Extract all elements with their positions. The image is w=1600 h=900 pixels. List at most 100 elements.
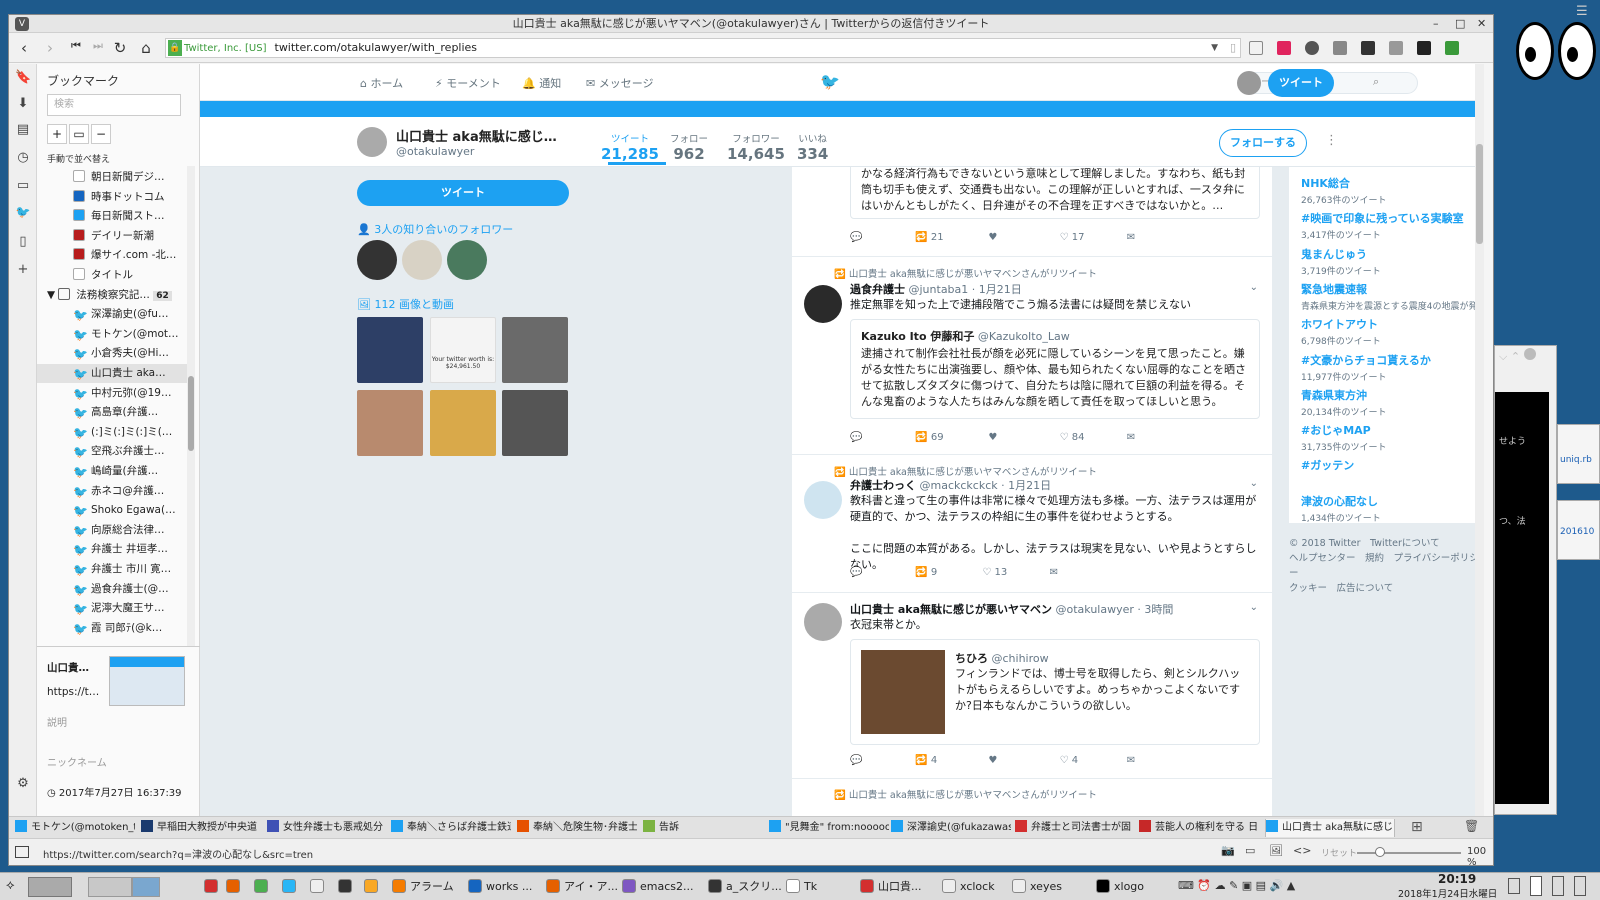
bookmark-item[interactable]: 🐦 赤ネコ@弁護… bbox=[37, 482, 187, 501]
taskbar-window[interactable]: アイ・ア... bbox=[546, 878, 618, 896]
side-link-1[interactable]: uniq.rb bbox=[1560, 455, 1592, 465]
add-folder-icon[interactable]: ▭ bbox=[69, 124, 89, 144]
pager-icon-3[interactable] bbox=[1574, 876, 1586, 896]
bookmark-item[interactable]: 🐦 過食弁護士(@… bbox=[37, 580, 187, 599]
follower-avatar-2[interactable] bbox=[402, 240, 442, 280]
bookmark-item[interactable]: 🐦 中村元弥(@19… bbox=[37, 384, 187, 403]
forward-icon[interactable]: › bbox=[41, 39, 59, 57]
bookmark-item[interactable]: 毎日新聞スト… bbox=[37, 207, 187, 226]
media-thumb-5[interactable] bbox=[430, 390, 496, 456]
retweet-icon[interactable]: 🔁 4 bbox=[915, 755, 985, 766]
bookmark-item[interactable]: タイトル bbox=[37, 266, 187, 285]
bookmark-item[interactable]: 🐦 Shoko Egawa(… bbox=[37, 501, 187, 520]
trend-item[interactable]: #おじゃMAP 31,735件のツイート bbox=[1301, 422, 1387, 453]
page-panel-icon[interactable]: ▯ bbox=[15, 234, 31, 250]
extension-v-icon[interactable] bbox=[1445, 41, 1459, 55]
background-terminal-window[interactable]: ⌵ ⌃ せよう つ、法 bbox=[1494, 345, 1557, 815]
side-link-2[interactable]: 201610 bbox=[1560, 527, 1594, 537]
trend-item[interactable]: 青森県東方沖 20,134件のツイート bbox=[1301, 387, 1387, 418]
twitter-bird-logo-icon[interactable]: 🐦 bbox=[820, 72, 840, 91]
taskbar-window[interactable]: xclock bbox=[942, 878, 995, 896]
quoted-tweet[interactable]: ちひろ @chihirow フィンランドでは、博士号を取得したら、剣とシルクハッ… bbox=[850, 639, 1260, 745]
trend-item[interactable]: 津波の心配なし 1,434件のツイート bbox=[1301, 493, 1381, 524]
tweet-menu-caret-icon[interactable]: ⌄ bbox=[1250, 478, 1258, 489]
media-thumb-6[interactable] bbox=[502, 390, 568, 456]
profile-stat-2[interactable]: フォロー 962 bbox=[670, 131, 708, 163]
url-text[interactable]: twitter.com/otakulawyer/with_replies bbox=[275, 41, 478, 54]
search-icon[interactable]: ⌕ bbox=[1373, 75, 1379, 89]
footer-links-3[interactable]: クッキー 広告について bbox=[1289, 581, 1484, 596]
follower-avatar-3[interactable] bbox=[447, 240, 487, 280]
workspace-1[interactable] bbox=[28, 877, 72, 897]
firefox-icon[interactable] bbox=[226, 878, 244, 896]
footer-links-1[interactable]: © 2018 Twitter Twitterについて bbox=[1289, 536, 1484, 551]
add-panel-icon[interactable]: + bbox=[15, 262, 31, 278]
taskbar-window[interactable]: xlogo bbox=[1096, 878, 1144, 896]
more-options-icon[interactable]: ⋮ bbox=[1325, 133, 1338, 148]
trend-item[interactable]: #映画で印象に残っている実験室 3,417件のツイート bbox=[1301, 210, 1464, 241]
trend-item[interactable]: #ガッテン bbox=[1301, 457, 1354, 473]
media-thumb-4[interactable] bbox=[357, 390, 423, 456]
workspace-2[interactable] bbox=[88, 877, 132, 897]
taskbar-window[interactable]: a_スクリ... bbox=[708, 878, 782, 896]
taskbar-window[interactable]: emacs2... bbox=[622, 878, 694, 896]
folder-expand-icon[interactable]: ▼ bbox=[47, 289, 55, 301]
bookmark-item[interactable]: 🐦 (:]ミ(:]ミ(:]ミ(… bbox=[37, 423, 187, 442]
follower-avatar-1[interactable] bbox=[357, 240, 397, 280]
browser-tab[interactable]: 弁護士と司法書士が固 bbox=[1015, 819, 1135, 837]
taskbar-window[interactable]: xeyes bbox=[1012, 878, 1062, 896]
panel-toggle-icon[interactable] bbox=[15, 846, 29, 858]
add-bookmark-button[interactable]: + bbox=[47, 124, 67, 144]
zoom-slider-handle[interactable] bbox=[1375, 847, 1385, 857]
bookmark-item[interactable]: 🐦 泥濘大魔王サ… bbox=[37, 599, 187, 618]
reply-icon[interactable]: 💬 bbox=[850, 232, 912, 243]
tweet-header[interactable]: 山口貴士 aka無駄に感じが悪いヤマベン @otakulawyer · 3時間 bbox=[850, 601, 1173, 617]
notes-panel-icon[interactable]: ▤ bbox=[15, 122, 31, 138]
trend-item[interactable]: 緊急地震速報 青森県東方沖を震源とする震度4の地震が発生 bbox=[1301, 281, 1484, 312]
tray-icons[interactable]: ⌨ ⏰ ☁ ✎ ▣ ▤ 🔊 ▲ bbox=[1178, 879, 1295, 892]
image-icon[interactable]: 🖼 bbox=[1269, 844, 1283, 857]
like-icon[interactable]: ♡ 4 bbox=[1060, 755, 1124, 766]
like-icon[interactable]: ♡ 84 bbox=[1060, 432, 1124, 443]
bookmark-item[interactable]: デイリー新潮 bbox=[37, 227, 187, 246]
start-menu-icon[interactable]: ⟡ bbox=[6, 878, 15, 893]
media-thumb-3[interactable] bbox=[502, 317, 568, 383]
dm-icon[interactable]: ✉ bbox=[1127, 755, 1135, 766]
trend-item[interactable]: #文豪からチョコ貰えるか 11,977件のツイート bbox=[1301, 352, 1431, 383]
bookmark-item[interactable]: 時事ドットコム bbox=[37, 188, 187, 207]
clock-time[interactable]: 20:19 bbox=[1438, 872, 1476, 886]
trend-item[interactable]: NHK総合 26,763件のツイート bbox=[1301, 175, 1387, 206]
bookmark-item[interactable]: 🐦 向原総合法律… bbox=[37, 521, 187, 540]
heart-broken-icon[interactable]: ♥ bbox=[988, 755, 1056, 766]
nav-moments[interactable]: ⚡ モーメント bbox=[435, 75, 501, 91]
browser-tab[interactable]: 山口貴士 aka無駄に感じ bbox=[1265, 819, 1395, 837]
follow-button[interactable]: フォローする bbox=[1219, 129, 1307, 157]
app-icon[interactable] bbox=[282, 878, 300, 896]
url-dropdown-icon[interactable]: ▼ bbox=[1211, 39, 1218, 57]
url-field[interactable]: 🔒 Twitter, Inc. [US] twitter.com/otakulawy… bbox=[165, 38, 1241, 58]
bookmark-folder[interactable]: ▼ 法務検察究記… 62 bbox=[37, 286, 187, 305]
quoted-tweet[interactable]: Kazuko Ito 伊藤和子 @KazukoIto_Law 逮捕されて制作会社… bbox=[850, 319, 1260, 419]
user-avatar[interactable] bbox=[1237, 71, 1261, 95]
browser-tab[interactable]: 女性弁護士も悪戒処分 bbox=[267, 819, 387, 837]
back-icon[interactable]: ‹ bbox=[15, 39, 33, 57]
footer-links-2[interactable]: ヘルプセンター 規約 プライバシーポリシー bbox=[1289, 551, 1484, 581]
profile-name[interactable]: 山口貴士 aka無駄に感じ… bbox=[396, 126, 557, 145]
profile-tweet-button[interactable]: ツイート bbox=[357, 180, 569, 206]
profile-stat-1[interactable]: ツイート 21,285 bbox=[601, 131, 659, 163]
trend-item[interactable]: ホワイトアウト 6,798件のツイート bbox=[1301, 316, 1381, 347]
bookmark-item[interactable]: 🐦 小倉秀夫(@Hi… bbox=[37, 344, 187, 363]
site-identity[interactable]: Twitter, Inc. [US] bbox=[184, 43, 267, 54]
browser-tab[interactable]: 告訴 bbox=[643, 819, 763, 837]
tweet-item[interactable]: 🔁 山口貴士 aka無駄に感じが悪いヤマベンさんがリツイート 過食弁護士 @ju… bbox=[792, 257, 1272, 455]
taskbar-window[interactable]: 山口貴... bbox=[860, 878, 922, 896]
bookmark-item[interactable]: 🐦 山口貴士 aka… bbox=[37, 364, 187, 383]
heart-broken-icon[interactable]: ♥ bbox=[988, 432, 1056, 443]
chrome-icon[interactable] bbox=[254, 878, 272, 896]
history-panel-icon[interactable]: ◷ bbox=[15, 150, 31, 166]
profile-avatar[interactable] bbox=[357, 127, 387, 157]
like-icon[interactable]: ♡ 17 bbox=[1060, 232, 1124, 243]
tweet-avatar[interactable] bbox=[804, 285, 842, 323]
code-icon[interactable]: <> bbox=[1293, 844, 1311, 857]
extension-g-icon[interactable] bbox=[1249, 41, 1263, 55]
